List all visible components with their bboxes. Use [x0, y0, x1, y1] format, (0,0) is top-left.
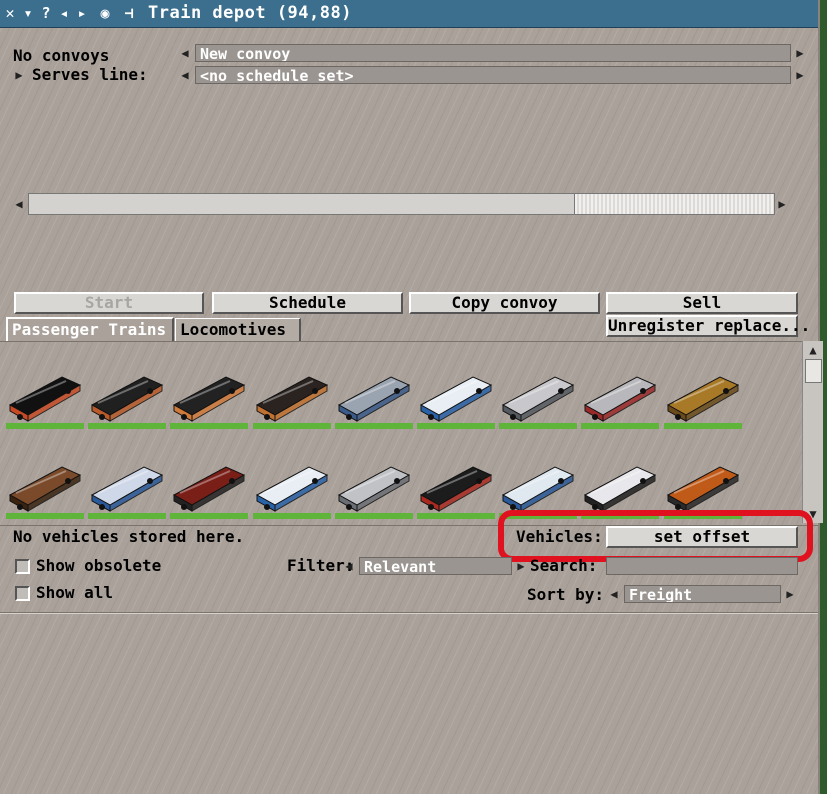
vehicle-steam-locomotive-black-red[interactable] — [6, 365, 84, 435]
convoy-scroll-track[interactable] — [575, 194, 774, 214]
sort-prev-arrow-icon[interactable]: ◀ — [607, 585, 621, 603]
vehicle-coach-silver-red[interactable] — [581, 365, 660, 435]
filter-prev-arrow-icon[interactable]: ◀ — [342, 557, 356, 575]
close-icon[interactable]: ✕ — [2, 4, 18, 22]
availability-bar — [88, 423, 167, 429]
convoy-select[interactable]: New convoy — [195, 44, 791, 62]
convoy-scroll-right-icon[interactable]: ▶ — [775, 195, 789, 213]
convoy-scroll-left-icon[interactable]: ◀ — [12, 195, 26, 213]
availability-bar — [499, 423, 578, 429]
vehicle-coach-silver[interactable] — [334, 455, 413, 525]
window-title: Train depot (94,88) — [148, 3, 352, 23]
vehicle-diesel-locomotive-black[interactable] — [88, 365, 167, 435]
vehicle-coach-blue-grey[interactable] — [334, 365, 413, 435]
title-bar[interactable]: ✕ ▾ ? ◂ ▸ ◉ ⊣ Train depot (94,88) — [0, 0, 818, 28]
train-depot-window: ✕ ▾ ? ◂ ▸ ◉ ⊣ Train depot (94,88) No con… — [0, 0, 823, 794]
eye-icon[interactable]: ◉ — [94, 4, 116, 22]
start-button[interactable]: Start — [14, 292, 204, 314]
serves-line-expand-icon[interactable]: ▶ — [12, 66, 26, 84]
copy-convoy-button[interactable]: Copy convoy — [409, 292, 600, 314]
vehicle-caboose-yellow[interactable] — [663, 365, 742, 435]
prev-icon[interactable]: ◂ — [56, 4, 72, 22]
availability-bar — [88, 513, 167, 519]
storage-status-text: No vehicles stored here. — [13, 527, 245, 546]
tab-passenger-trains[interactable]: Passenger Trains — [6, 317, 174, 341]
search-input[interactable] — [606, 557, 798, 575]
vehicle-boxcar-dark[interactable] — [252, 365, 331, 435]
show-obsolete-label: Show obsolete — [36, 556, 162, 575]
sort-by-label: Sort by: — [527, 585, 605, 604]
filter-select[interactable]: Relevant — [359, 557, 512, 575]
tab-locomotives[interactable]: Locomotives — [175, 318, 301, 342]
unregister-replace-button[interactable]: Unregister replace... — [606, 315, 810, 337]
vehicle-railcar-silver[interactable] — [499, 365, 578, 435]
pin-icon[interactable]: ⊣ — [118, 4, 140, 22]
availability-bar — [663, 423, 742, 429]
vehicle-coach-black-orange[interactable] — [170, 365, 249, 435]
show-all-checkbox[interactable] — [15, 586, 30, 601]
next-icon[interactable]: ▸ — [74, 4, 90, 22]
vehicle-coach-white-blue[interactable] — [252, 455, 331, 525]
vehicle-list-scrollbar[interactable]: ▲ ▼ — [802, 341, 823, 523]
convoy-scrollbar[interactable] — [28, 193, 775, 215]
availability-bar — [252, 423, 331, 429]
line-select[interactable]: <no schedule set> — [195, 66, 791, 84]
collapse-icon[interactable]: ▾ — [20, 4, 36, 22]
filter-next-arrow-icon[interactable]: ▶ — [514, 557, 528, 575]
availability-bar — [170, 423, 249, 429]
availability-bar — [417, 423, 495, 429]
schedule-button[interactable]: Schedule — [212, 292, 403, 314]
availability-bar — [6, 513, 84, 519]
search-label: Search: — [530, 556, 598, 575]
vehicle-caboose-brown[interactable] — [6, 455, 84, 525]
availability-bar — [6, 423, 84, 429]
vehicle-railcar-white-blue[interactable] — [417, 365, 495, 435]
vehicle-list — [0, 341, 800, 526]
convoy-prev-arrow-icon[interactable]: ◀ — [178, 44, 192, 62]
show-obsolete-checkbox[interactable] — [15, 559, 30, 574]
sell-button[interactable]: Sell — [606, 292, 798, 314]
sort-select[interactable]: Freight — [624, 585, 781, 603]
availability-bar — [417, 513, 495, 519]
availability-bar — [170, 513, 249, 519]
vehicle-list-scroll-thumb[interactable] — [805, 359, 822, 383]
serves-line-label: Serves line: — [32, 65, 148, 84]
show-all-label: Show all — [36, 583, 114, 602]
highlight-annotation — [498, 510, 813, 562]
availability-bar — [252, 513, 331, 519]
availability-bar — [334, 513, 413, 519]
help-icon[interactable]: ? — [38, 4, 54, 22]
sort-next-arrow-icon[interactable]: ▶ — [783, 585, 797, 603]
vehicle-locomotive-black-red[interactable] — [417, 455, 495, 525]
convoy-count-label: No convoys — [13, 46, 110, 65]
line-prev-arrow-icon[interactable]: ◀ — [178, 66, 192, 84]
convoy-scroll-thumb[interactable] — [29, 194, 575, 214]
vehicle-steam-locomotive-red[interactable] — [170, 455, 249, 525]
vehicle-railcar-blue-white[interactable] — [88, 455, 167, 525]
availability-bar — [581, 423, 660, 429]
convoy-next-arrow-icon[interactable]: ▶ — [793, 44, 807, 62]
scroll-up-icon[interactable]: ▲ — [806, 341, 820, 359]
line-next-arrow-icon[interactable]: ▶ — [793, 66, 807, 84]
availability-bar — [334, 423, 413, 429]
